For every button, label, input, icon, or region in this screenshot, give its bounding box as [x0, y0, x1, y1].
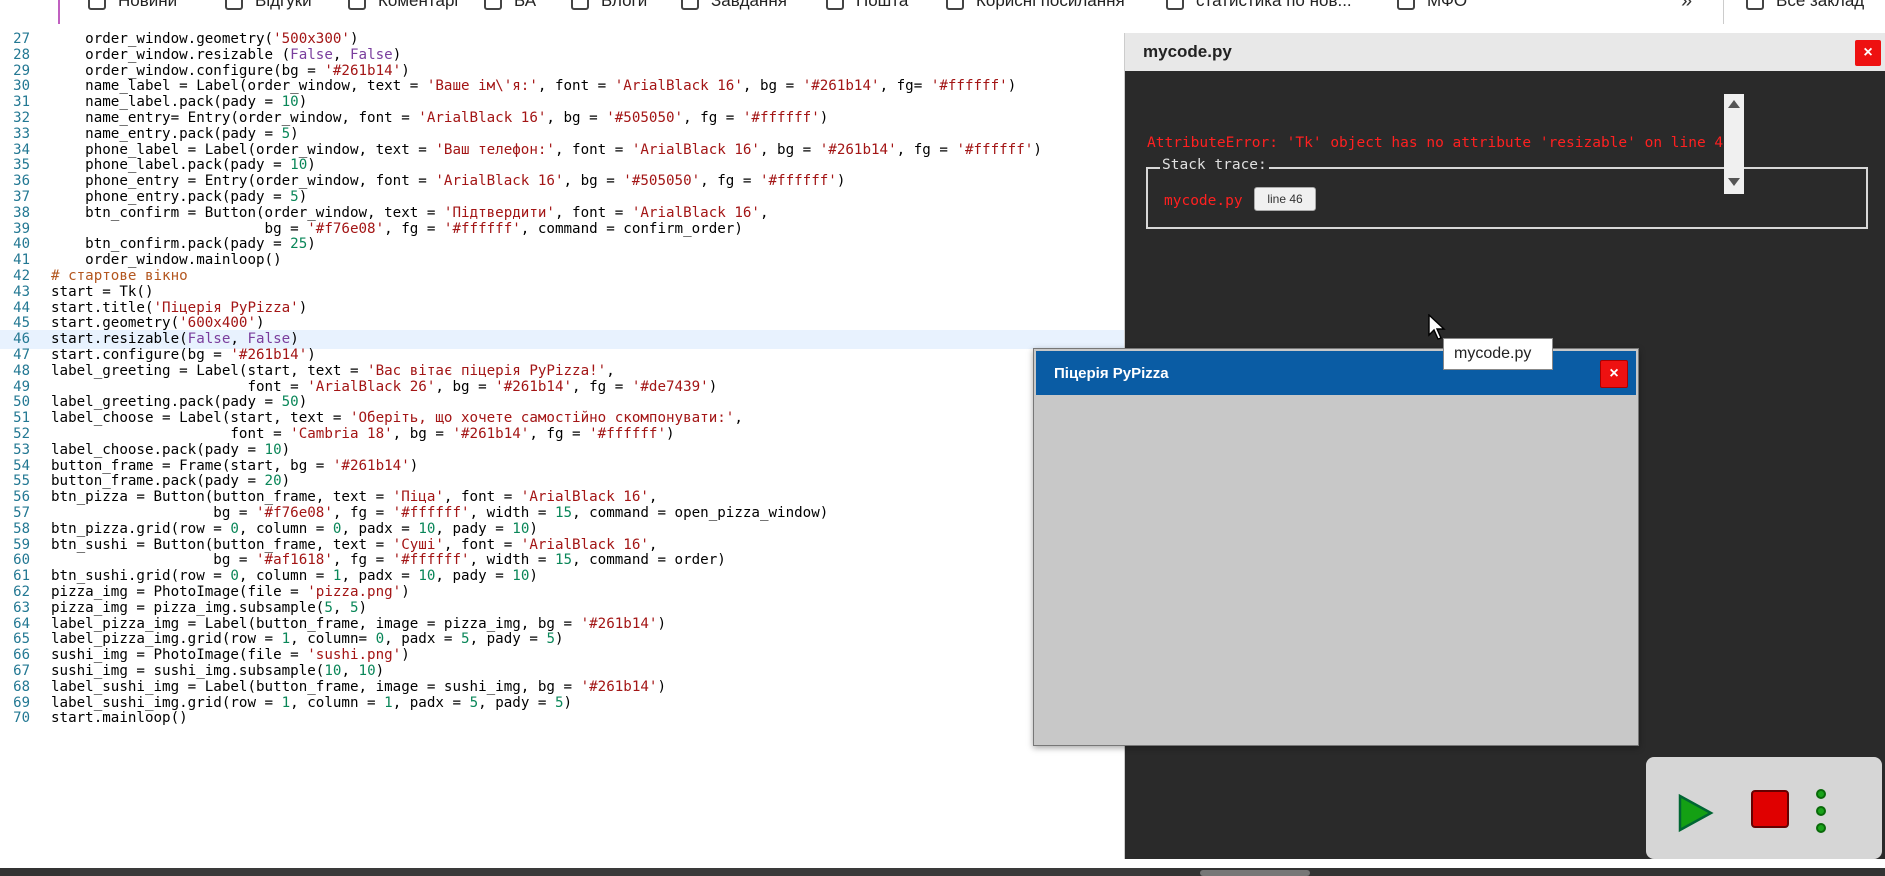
bookmark-item[interactable]: Завдання — [681, 0, 787, 11]
stack-trace-legend: Stack trace: — [1160, 157, 1269, 173]
folder-icon — [571, 0, 589, 10]
bookmark-label: Відгуки — [255, 0, 312, 10]
stop-icon[interactable] — [1751, 790, 1789, 828]
error-message: AttributeError: 'Tk' object has no attri… — [1147, 135, 1732, 151]
bookmark-item[interactable]: Коментарі — [348, 0, 458, 11]
close-icon: × — [1863, 44, 1873, 61]
horizontal-scroll-thumb[interactable] — [1200, 870, 1310, 876]
bookmark-item[interactable]: Відгуки — [225, 0, 312, 11]
bookmark-label: МФО — [1427, 0, 1468, 10]
console-scrollbar[interactable] — [1724, 94, 1744, 194]
bookmarks-overflow-button[interactable]: » — [1681, 0, 1692, 13]
folder-icon — [826, 0, 844, 10]
bookmark-item[interactable]: БА — [484, 0, 536, 11]
folder-icon — [681, 0, 699, 10]
folder-icon — [484, 0, 502, 10]
code-line[interactable]: 70 start.mainloop() — [0, 709, 1124, 728]
bookmark-label: Пошта — [856, 0, 909, 10]
folder-icon — [348, 0, 366, 10]
console-header: mycode.py × — [1125, 33, 1885, 72]
bookmark-item[interactable]: Пошта — [826, 0, 908, 11]
play-icon[interactable] — [1676, 793, 1714, 833]
tk-app-window[interactable]: Піцерія PyPizza × — [1033, 348, 1639, 746]
run-controls-panel — [1646, 757, 1882, 859]
folder-icon — [1397, 0, 1415, 10]
all-bookmarks-label: Все заклад — [1776, 0, 1865, 10]
more-vertical-icon[interactable] — [1814, 789, 1830, 837]
console-close-button[interactable]: × — [1855, 40, 1881, 66]
all-bookmarks-folder[interactable]: Все заклад — [1746, 0, 1864, 11]
tk-window-title: Піцерія PyPizza — [1054, 365, 1169, 382]
scroll-down-arrow-icon[interactable] — [1728, 178, 1740, 186]
folder-icon — [1166, 0, 1184, 10]
tooltip: mycode.py — [1443, 338, 1553, 370]
bookmark-item[interactable]: Корисні посилання — [946, 0, 1125, 11]
bookmarks-divider — [1723, 0, 1724, 24]
bookmarks-bar: Новини Відгуки Коментарі БА Блоги Завдання Пош… — [0, 0, 1885, 26]
bookmark-item[interactable]: Блоги — [571, 0, 647, 11]
stack-trace-line-button[interactable]: line 46 — [1254, 187, 1316, 211]
bookmark-label: Коментарі — [378, 0, 459, 10]
bookmark-label: Завдання — [711, 0, 787, 10]
mouse-cursor-icon — [1428, 314, 1446, 340]
stack-trace-box: Stack trace: mycode.py line 46 — [1146, 157, 1868, 229]
bookmark-label: БА — [514, 0, 537, 10]
bookmark-item[interactable]: МФО — [1397, 0, 1467, 11]
taskbar-area — [70, 868, 1150, 876]
folder-icon — [225, 0, 243, 10]
stack-trace-file: mycode.py — [1164, 193, 1243, 209]
bookmark-item[interactable]: статистика по нов... — [1166, 0, 1352, 11]
code-editor[interactable]: 27 order_window.geometry('500x300') 28 or… — [0, 30, 1124, 870]
folder-icon — [88, 0, 106, 10]
scroll-up-arrow-icon[interactable] — [1728, 100, 1740, 108]
folder-icon — [1746, 0, 1764, 10]
close-icon: × — [1609, 365, 1619, 382]
taskbar-strip — [0, 868, 1885, 876]
bookmark-label: Корисні посилання — [976, 0, 1125, 10]
bookmark-label: Новини — [118, 0, 178, 10]
bookmark-item[interactable]: Новини — [88, 0, 177, 11]
console-title: mycode.py — [1143, 42, 1232, 61]
tk-window-close-button[interactable]: × — [1600, 360, 1628, 388]
bookmarks-divider — [58, 0, 60, 24]
bookmark-label: статистика по нов... — [1196, 0, 1352, 10]
bookmark-label: Блоги — [601, 0, 648, 10]
code-text: start.mainloop() — [51, 710, 188, 727]
apps-grid-icon[interactable] — [14, 0, 36, 8]
line-number: 70 — [13, 710, 30, 727]
folder-icon — [946, 0, 964, 10]
